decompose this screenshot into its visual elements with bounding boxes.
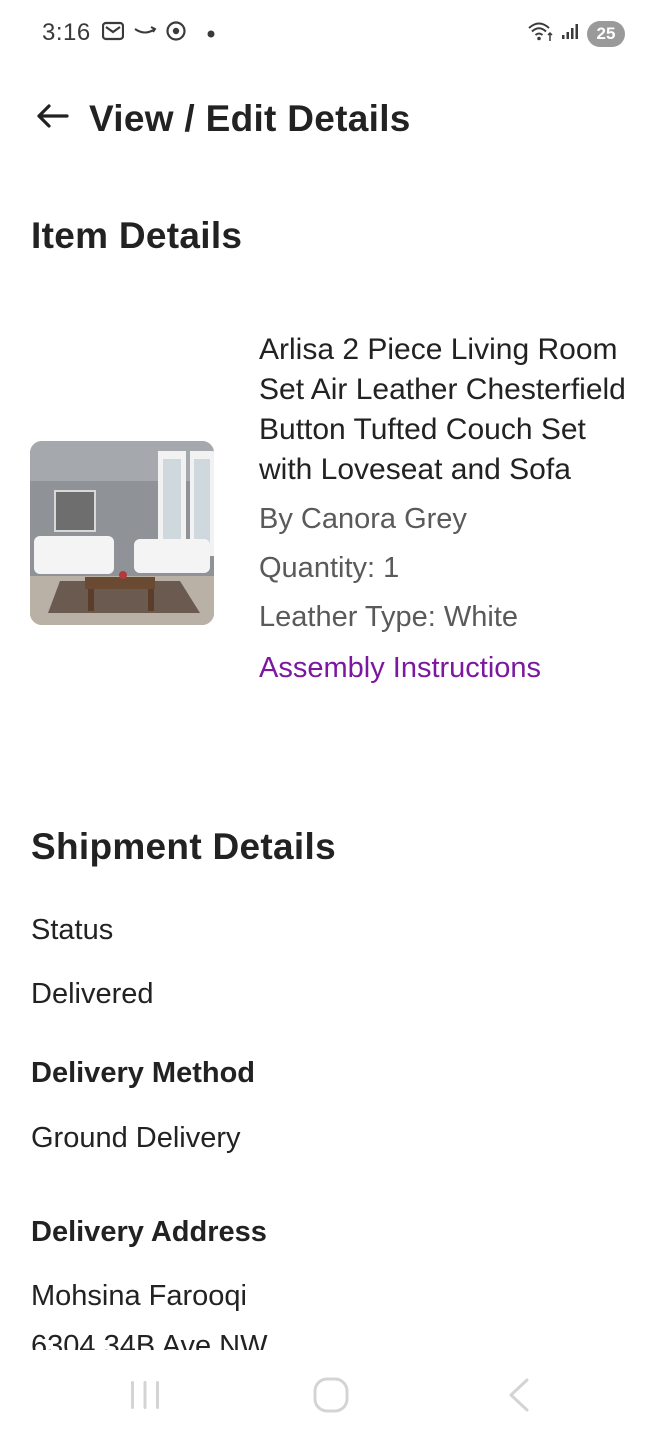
system-nav-bar [0,1352,665,1440]
item-option: Leather Type: White [259,601,519,633]
system-back-button[interactable] [494,1374,544,1420]
assembly-instructions-link[interactable]: Assembly Instructions [259,648,541,688]
shipment-details-heading: Shipment Details [31,826,336,867]
delivery-address-label: Delivery Address [31,1216,267,1248]
back-icon [505,1377,533,1418]
item-info: Arlisa 2 Piece Living Room Set Air Leath… [259,330,639,688]
app-header: View / Edit Details [0,88,665,152]
delivery-method-value: Ground Delivery [31,1122,241,1154]
page-title: View / Edit Details [89,98,411,139]
status-bar: 3:16 25 [0,0,665,68]
signal-icon [561,22,581,45]
product-image[interactable] [30,441,214,625]
system-icons: 25 [527,20,625,47]
wifi-icon [527,20,555,47]
recent-apps-button[interactable] [120,1374,170,1420]
address-name: Mohsina Farooqi [31,1280,247,1312]
recent-apps-icon [128,1378,162,1417]
gmail-icon [101,21,125,46]
delivery-method-label: Delivery Method [31,1057,255,1089]
back-button[interactable] [30,96,74,140]
item-brand: By Canora Grey [259,503,467,535]
battery-indicator: 25 [587,20,625,47]
status-label: Status [31,914,114,946]
chrome-icon [166,21,186,46]
item-details-heading: Item Details [31,215,243,256]
arrow-left-icon [35,103,69,134]
address-line1: 6304 34B Ave NW [31,1330,268,1350]
dot-icon [207,25,215,43]
address-block: Mohsina Farooqi 6304 34B Ave NW [0,1270,665,1350]
status-time: 3:16 [42,19,91,46]
status-value: Delivered [31,978,154,1010]
home-icon [312,1376,350,1419]
item-name: Arlisa 2 Piece Living Room Set Air Leath… [259,333,626,486]
amazon-icon [133,24,157,43]
item-quantity: Quantity: 1 [259,552,400,584]
home-button[interactable] [306,1374,356,1420]
notification-icons [101,21,215,46]
